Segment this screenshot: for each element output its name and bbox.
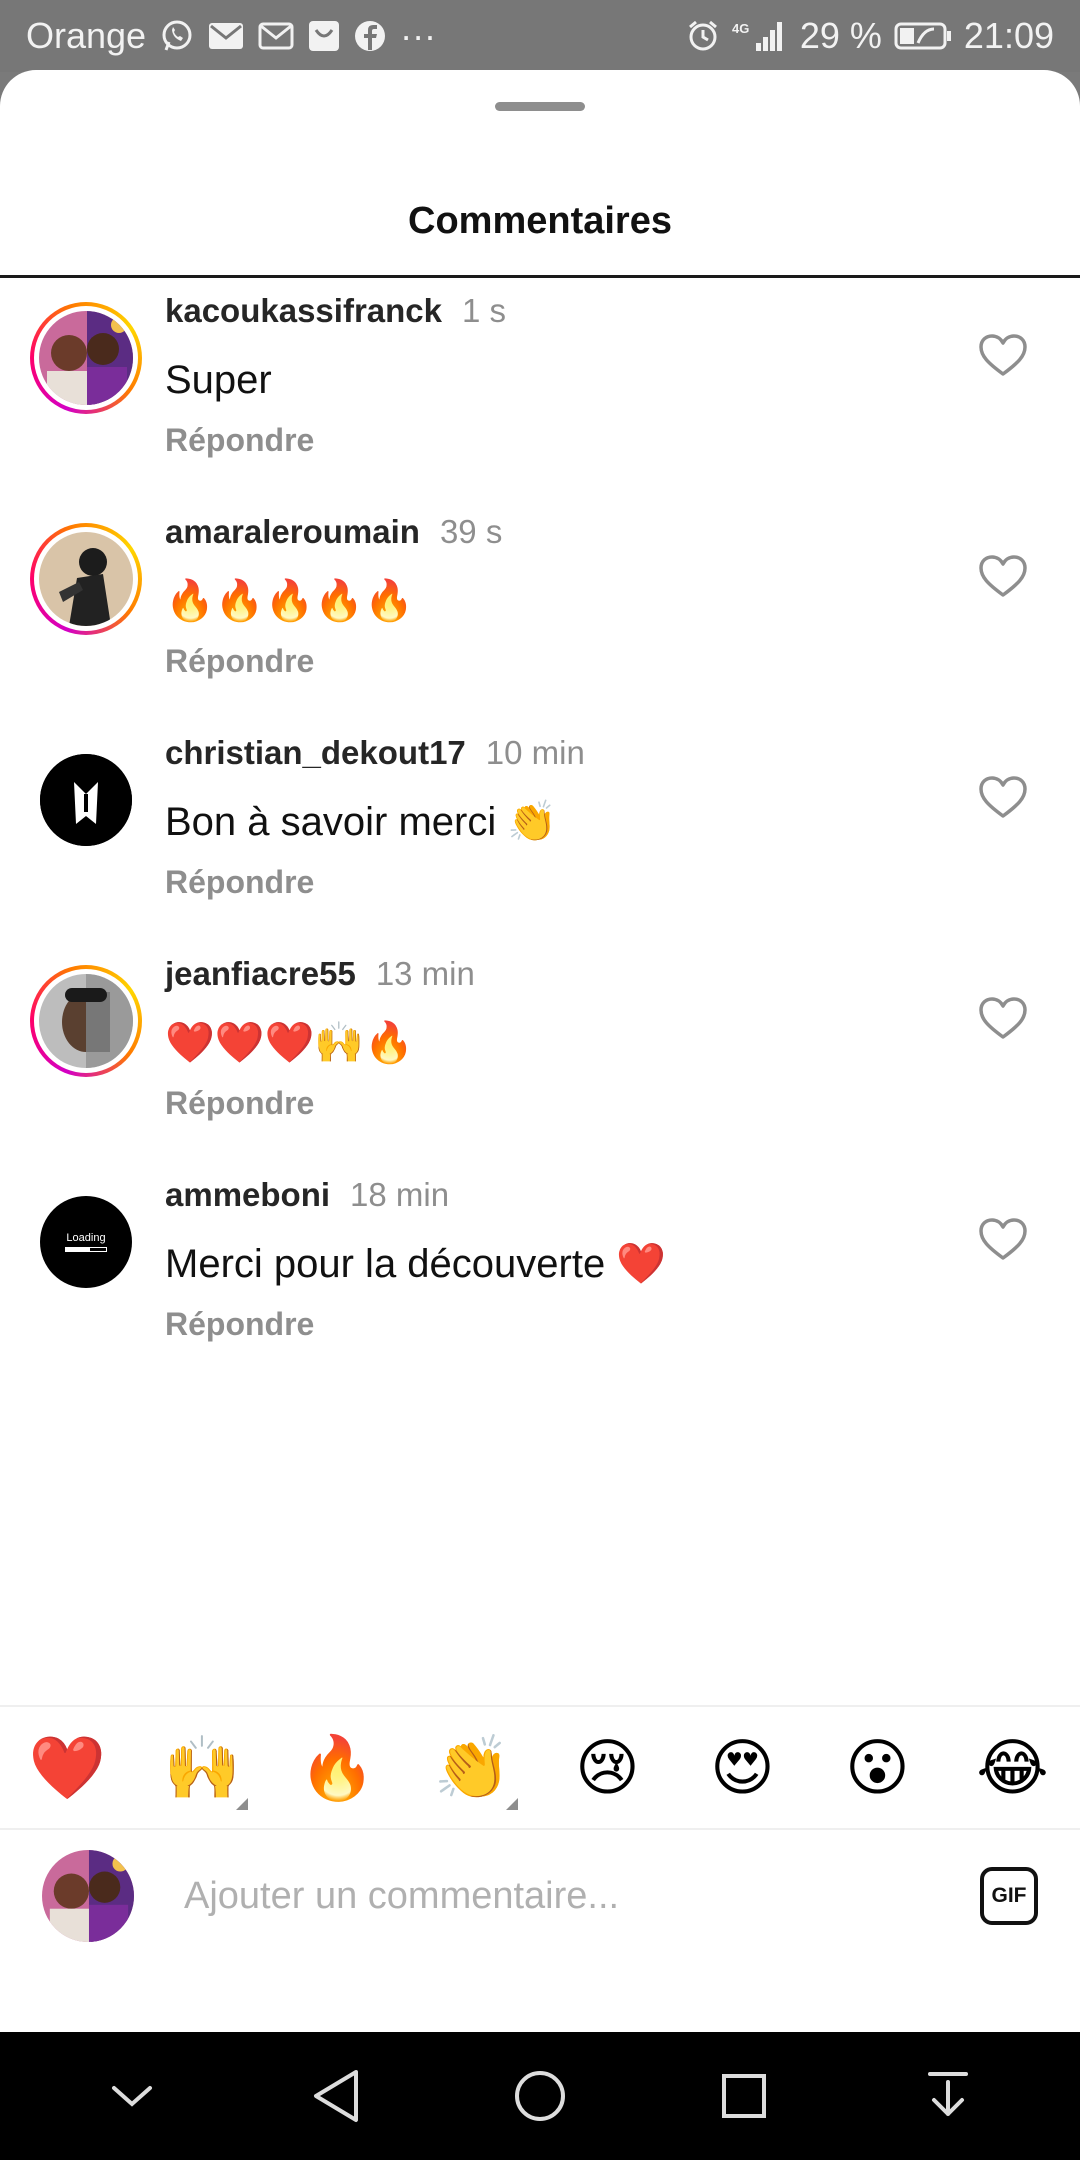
comment-username[interactable]: jeanfiacre55 [165,955,356,993]
comment-username[interactable]: christian_dekout17 [165,734,466,772]
carrier-label: Orange [26,15,147,56]
emoji-clap: 👏 [433,1731,512,1804]
battery-percent: 29 % [799,15,882,56]
emoji-heart-button[interactable]: ❤️ [0,1708,135,1828]
like-heart-icon[interactable] [978,555,1028,599]
emoji-raised-hands-button[interactable]: 🙌 [135,1708,270,1828]
comment-text: Merci pour la découverte ❤️ [165,1242,667,1286]
drag-handle[interactable] [495,102,585,111]
comment-time: 18 min [350,1176,450,1213]
comment-username[interactable]: amaraleroumain [165,513,420,551]
story-ring[interactable] [30,965,142,1077]
comment-time: 1 s [462,292,507,329]
reply-button[interactable]: Répondre [165,864,945,901]
avatar[interactable] [39,532,133,626]
comment-text: Bon à savoir merci 👏 [165,800,558,844]
emoji-surprised-button[interactable]: 😮 [810,1708,945,1828]
comment-username[interactable]: ammeboni [165,1176,330,1214]
avatar[interactable] [39,974,133,1068]
skin-tone-indicator-icon [506,1798,518,1810]
like-heart-icon[interactable] [978,1218,1028,1262]
reply-button[interactable]: Répondre [165,643,945,680]
comment-time: 10 min [485,734,585,771]
comment-text: ❤️❤️❤️🙌🔥 [165,1021,415,1065]
inbox-icon [308,20,340,52]
tuxedo-logo-icon [40,754,132,846]
comment-time: 39 s [439,513,503,550]
like-heart-icon[interactable] [978,334,1028,378]
emoji-quick-bar: ❤️ 🙌 🔥 👏 😢 😍 😮 😂 [0,1708,1080,1828]
emoji-bar-divider [0,1705,1080,1707]
story-ring[interactable] [30,523,142,635]
reply-button[interactable]: Répondre [165,1085,945,1122]
comment-list: kacoukassifranck 1 s Super Répondre amar… [0,292,1080,1397]
comment-composer: GIF [0,1830,1080,1962]
avatar[interactable]: Loading [40,1196,132,1288]
comment-item: jeanfiacre55 13 min ❤️❤️❤️🙌🔥 Répondre [0,955,1080,1176]
facebook-icon [354,20,386,52]
hide-keyboard-icon[interactable] [87,2051,177,2141]
story-ring[interactable] [30,302,142,414]
recent-apps-icon[interactable] [699,2051,789,2141]
emoji-crying-button[interactable]: 😢 [540,1708,675,1828]
comment-text: 🔥🔥🔥🔥🔥 [165,579,415,623]
skin-tone-indicator-icon [236,1798,248,1810]
status-bar: Orange ··· 4G 29 % 21:09 [0,0,1080,72]
loading-logo-text: Loading [66,1232,106,1244]
avatar[interactable] [40,754,132,846]
sheet-title: Commentaires [408,200,672,242]
like-heart-icon[interactable] [978,997,1028,1041]
mail-icon [208,22,244,50]
comment-username[interactable]: kacoukassifranck [165,292,442,330]
alarm-icon [686,19,720,53]
emoji-clap-button[interactable]: 👏 [405,1708,540,1828]
comment-item: Loading ammeboni 18 min Merci pour la dé… [0,1176,1080,1397]
comment-input[interactable] [184,1856,934,1936]
gif-button[interactable]: GIF [980,1867,1038,1925]
network-type-label: 4G [732,21,749,36]
comment-time: 13 min [375,955,475,992]
loading-bar-icon [65,1247,107,1252]
battery-icon [894,21,952,51]
notification-pull-down-icon[interactable] [903,2051,993,2141]
reply-button[interactable]: Répondre [165,422,945,459]
comment-item: christian_dekout17 10 min Bon à savoir m… [0,734,1080,955]
clock-time: 21:09 [963,15,1054,56]
whatsapp-icon [160,19,194,53]
emoji-laughing-button[interactable]: 😂 [945,1708,1080,1828]
like-heart-icon[interactable] [978,776,1028,820]
emoji-raised-hands: 🙌 [163,1731,242,1804]
emoji-fire-button[interactable]: 🔥 [270,1708,405,1828]
comment-item: amaraleroumain 39 s 🔥🔥🔥🔥🔥 Répondre [0,513,1080,734]
avatar[interactable] [39,311,133,405]
navigation-bar [0,2032,1080,2160]
gmail-icon [258,22,294,50]
signal-icon: 4G [732,19,788,53]
gif-label: GIF [991,1884,1027,1907]
title-divider [0,275,1080,278]
my-avatar [42,1850,134,1942]
reply-button[interactable]: Répondre [165,1306,945,1343]
more-notifications-icon: ··· [400,15,437,56]
back-icon[interactable] [291,2051,381,2141]
home-icon[interactable] [495,2051,585,2141]
comment-item: kacoukassifranck 1 s Super Répondre [0,292,1080,513]
comment-text: Super [165,358,272,402]
emoji-heart-eyes-button[interactable]: 😍 [675,1708,810,1828]
